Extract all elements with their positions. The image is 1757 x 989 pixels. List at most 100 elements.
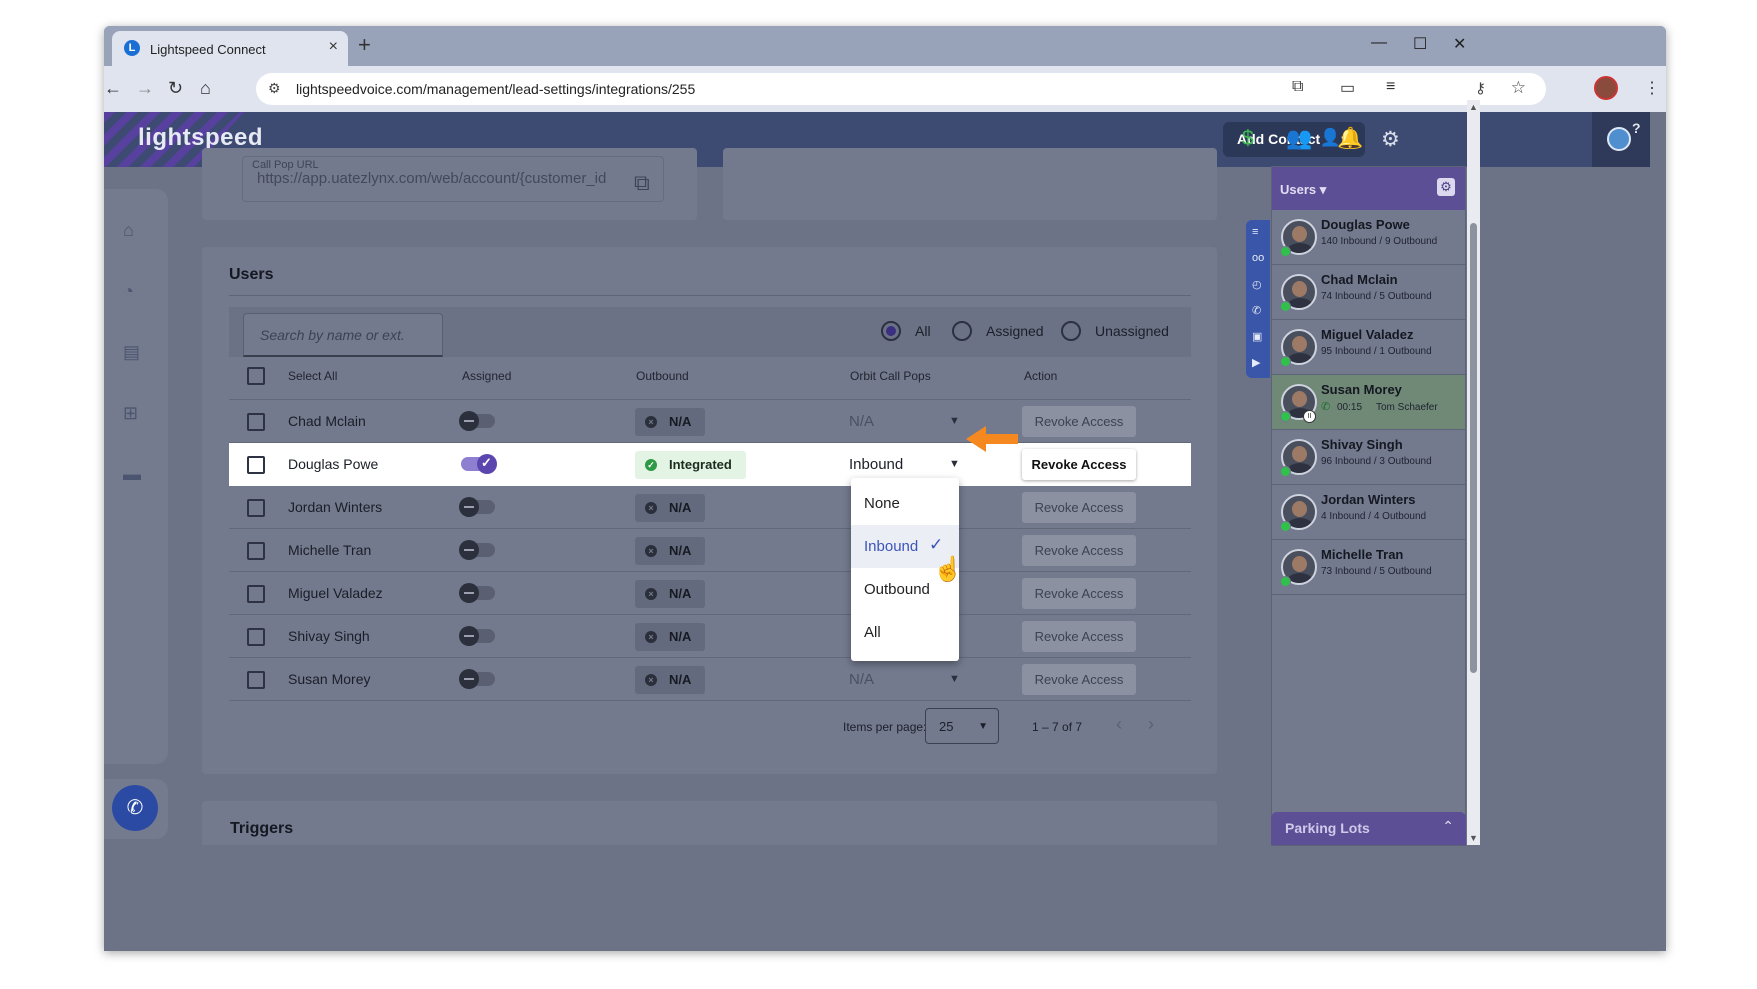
revoke-access-button[interactable]: Revoke Access	[1022, 492, 1136, 523]
user-list-item[interactable]: Douglas Powe 140 Inbound / 9 Outbound	[1272, 210, 1465, 265]
row-checkbox[interactable]	[247, 671, 265, 689]
items-per-page-select[interactable]: 25 ▼	[925, 708, 999, 744]
page-scrollbar[interactable]: ▲ ▼	[1467, 100, 1480, 845]
call-pop-select[interactable]: N/A	[849, 671, 874, 688]
caret-down-icon[interactable]: ▼	[949, 673, 960, 685]
chat-nav-icon[interactable]: ▤	[123, 342, 140, 363]
question-icon: ?	[1632, 120, 1641, 136]
scroll-down-icon[interactable]: ▼	[1469, 833, 1478, 843]
flow-nav-icon[interactable]: ⊞	[123, 403, 138, 424]
toggle-knob	[459, 540, 479, 560]
extensions-icon[interactable]: ⧉	[1292, 78, 1303, 96]
row-checkbox[interactable]	[247, 585, 265, 603]
revoke-access-button[interactable]: Revoke Access	[1022, 621, 1136, 652]
gear-icon[interactable]: ⚙	[1437, 178, 1455, 196]
home-nav-icon[interactable]: ⌂	[123, 220, 134, 241]
media-icon[interactable]: ≡	[1386, 78, 1395, 96]
caret-down-icon[interactable]: ▼	[949, 458, 960, 470]
assigned-toggle[interactable]	[459, 411, 495, 431]
dropdown-option-none[interactable]: None	[851, 482, 959, 525]
user-list-item-on-call[interactable]: II Susan Morey ✆ 00:15 Tom Schaefer	[1272, 375, 1465, 430]
site-info-icon[interactable]: ⚙	[268, 80, 281, 97]
copy-icon[interactable]: ⧉	[634, 170, 650, 196]
card-nav-icon[interactable]: ▬	[123, 464, 141, 485]
select-all-checkbox[interactable]	[247, 367, 265, 385]
users-panel-title[interactable]: Users ▾	[1280, 182, 1326, 198]
status-online-icon	[1280, 301, 1291, 312]
phone-icon[interactable]: ✆	[1252, 304, 1261, 317]
minimize-icon[interactable]: —	[1371, 34, 1387, 52]
row-checkbox[interactable]	[247, 542, 265, 560]
bell-icon[interactable]: 🔔	[1337, 127, 1363, 151]
row-checkbox[interactable]	[247, 456, 265, 474]
prev-page-icon[interactable]: ‹	[1116, 714, 1122, 735]
list-icon[interactable]: ≡	[1252, 226, 1258, 238]
gear-icon[interactable]: ⚙	[1381, 127, 1400, 152]
user-stats: 95 Inbound / 1 Outbound	[1321, 346, 1432, 357]
assigned-toggle[interactable]	[459, 669, 495, 689]
maximize-icon[interactable]: ☐	[1413, 34, 1427, 54]
user-list-item[interactable]: Jordan Winters 4 Inbound / 4 Outbound	[1272, 485, 1465, 540]
assigned-toggle[interactable]	[461, 454, 497, 474]
col-outbound: Outbound	[636, 369, 689, 383]
toggle-knob	[477, 454, 497, 474]
row-checkbox[interactable]	[247, 628, 265, 646]
dialer-phone-icon[interactable]: ✆	[112, 785, 158, 831]
outbound-status: N/A	[669, 500, 692, 515]
people-icon[interactable]: 👥	[1286, 127, 1312, 151]
assigned-toggle[interactable]	[459, 626, 495, 646]
reload-icon[interactable]: ↻	[168, 78, 183, 99]
print-icon[interactable]: ▣	[1252, 330, 1262, 343]
dashboard-nav-icon[interactable]: ◔	[123, 281, 134, 302]
user-list-item[interactable]: Chad Mclain 74 Inbound / 5 Outbound	[1272, 265, 1465, 320]
home-icon[interactable]: ⌂	[200, 78, 211, 99]
scrollbar-thumb[interactable]	[1470, 223, 1477, 673]
outbound-status: N/A	[669, 586, 692, 601]
user-list-item[interactable]: Miguel Valadez 95 Inbound / 1 Outbound	[1272, 320, 1465, 375]
row-checkbox[interactable]	[247, 413, 265, 431]
next-page-icon[interactable]: ›	[1148, 714, 1154, 735]
profile-avatar[interactable]	[1594, 76, 1618, 100]
items-per-page-value: 25	[939, 719, 954, 734]
close-window-icon[interactable]: ✕	[1453, 34, 1466, 54]
money-icon[interactable]: $	[1242, 127, 1254, 151]
revoke-access-button[interactable]: Revoke Access	[1022, 406, 1136, 437]
revoke-access-button[interactable]: Revoke Access	[1022, 535, 1136, 566]
search-input[interactable]: Search by name or ext.	[243, 313, 443, 357]
caret-down-icon[interactable]: ▼	[949, 415, 960, 427]
back-icon[interactable]: ←	[104, 78, 122, 99]
star-icon[interactable]: ☆	[1511, 78, 1526, 98]
revoke-access-button[interactable]: Revoke Access	[1022, 449, 1136, 480]
dropdown-option-all[interactable]: All	[851, 611, 959, 654]
voicemail-icon[interactable]: oo	[1252, 252, 1264, 264]
browser-tab[interactable]: L Lightspeed Connect ×	[112, 31, 348, 66]
reading-icon[interactable]: ▭	[1340, 78, 1355, 98]
table-row: Jordan Winters × N/A Revoke Access	[229, 486, 1191, 529]
chevron-up-icon[interactable]: ⌃	[1442, 818, 1454, 835]
forward-icon[interactable]: →	[136, 78, 154, 99]
menu-icon[interactable]: ⋮	[1644, 78, 1660, 98]
revoke-access-button[interactable]: Revoke Access	[1022, 664, 1136, 695]
assigned-toggle[interactable]	[459, 583, 495, 603]
outbound-status-chip: ✓ Integrated	[635, 451, 746, 479]
user-list-item[interactable]: Michelle Tran 73 Inbound / 5 Outbound	[1272, 540, 1465, 595]
gauge-icon[interactable]: ◴	[1252, 278, 1262, 291]
row-name: Shivay Singh	[288, 628, 370, 644]
help-bot-button[interactable]: ?	[1592, 112, 1650, 167]
user-list-item[interactable]: Shivay Singh 96 Inbound / 3 Outbound	[1272, 430, 1465, 485]
revoke-access-button[interactable]: Revoke Access	[1022, 578, 1136, 609]
row-checkbox[interactable]	[247, 499, 265, 517]
video-icon[interactable]: ▶	[1252, 356, 1260, 369]
parking-lots-bar[interactable]: Parking Lots ⌃	[1271, 812, 1466, 845]
new-tab-button[interactable]: +	[358, 32, 371, 58]
outbound-status-chip: × N/A	[635, 494, 706, 522]
assigned-toggle[interactable]	[459, 497, 495, 517]
url-text[interactable]: lightspeedvoice.com/management/lead-sett…	[296, 81, 695, 97]
orange-arrow-annotation	[966, 426, 1018, 452]
assigned-toggle[interactable]	[459, 540, 495, 560]
scroll-up-icon[interactable]: ▲	[1469, 102, 1478, 112]
call-pop-select[interactable]: Inbound	[849, 456, 903, 473]
call-pop-select[interactable]: N/A	[849, 413, 874, 430]
close-tab-icon[interactable]: ×	[329, 38, 338, 56]
key-icon[interactable]: ⚷	[1475, 79, 1486, 97]
